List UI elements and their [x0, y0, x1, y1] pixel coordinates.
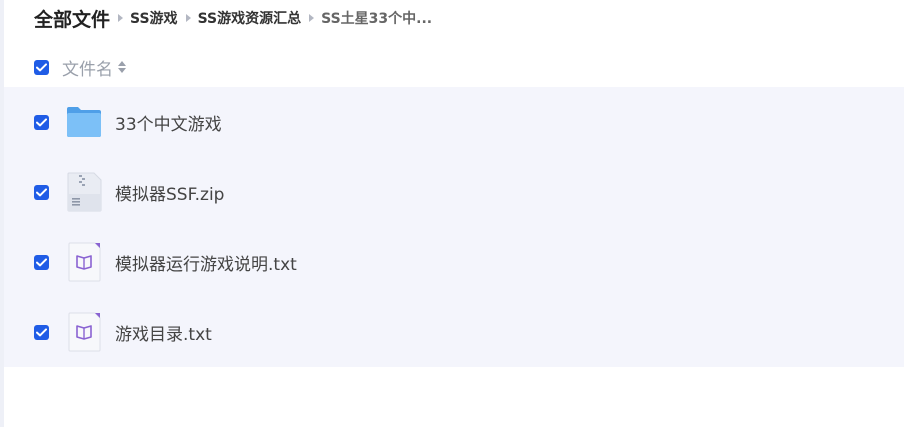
- zip-file-icon: [64, 172, 104, 212]
- folder-icon: [64, 102, 104, 142]
- list-header: 文件名: [34, 54, 126, 80]
- check-icon: [36, 187, 47, 196]
- breadcrumb: 全部文件 SS游戏 SS游戏资源汇总 SS土星33个中...: [34, 5, 432, 31]
- check-icon: [36, 257, 47, 266]
- breadcrumb-item-ss-games[interactable]: SS游戏: [130, 8, 178, 28]
- txt-file-icon: [64, 312, 104, 352]
- list-item[interactable]: 模拟器SSF.zip: [4, 157, 904, 227]
- breadcrumb-separator-icon: [185, 14, 191, 22]
- list-item[interactable]: 33个中文游戏: [4, 87, 904, 157]
- file-list: 33个中文游戏 模拟器SSF.zip 模拟器运行游戏说明.txt 游戏目录.tx…: [4, 87, 904, 367]
- breadcrumb-separator-icon: [118, 14, 124, 22]
- row-checkbox[interactable]: [34, 324, 49, 340]
- file-name[interactable]: 33个中文游戏: [115, 110, 222, 135]
- check-icon: [36, 62, 47, 71]
- breadcrumb-separator-icon: [309, 14, 315, 22]
- column-header-filename[interactable]: 文件名: [62, 55, 113, 80]
- sort-icon[interactable]: [118, 61, 126, 73]
- row-checkbox[interactable]: [34, 254, 49, 270]
- select-all-checkbox[interactable]: [34, 59, 49, 75]
- file-name[interactable]: 游戏目录.txt: [115, 320, 212, 345]
- row-checkbox[interactable]: [34, 114, 49, 130]
- list-item[interactable]: 模拟器运行游戏说明.txt: [4, 227, 904, 297]
- row-checkbox[interactable]: [34, 184, 49, 200]
- check-icon: [36, 117, 47, 126]
- file-name[interactable]: 模拟器SSF.zip: [115, 180, 224, 205]
- list-item[interactable]: 游戏目录.txt: [4, 297, 904, 367]
- breadcrumb-item-resource-collection[interactable]: SS游戏资源汇总: [198, 8, 302, 28]
- breadcrumb-root-all-files[interactable]: 全部文件: [34, 5, 110, 32]
- file-name[interactable]: 模拟器运行游戏说明.txt: [115, 250, 297, 275]
- txt-file-icon: [64, 242, 104, 282]
- breadcrumb-item-current-folder: SS土星33个中...: [321, 11, 433, 27]
- check-icon: [36, 327, 47, 336]
